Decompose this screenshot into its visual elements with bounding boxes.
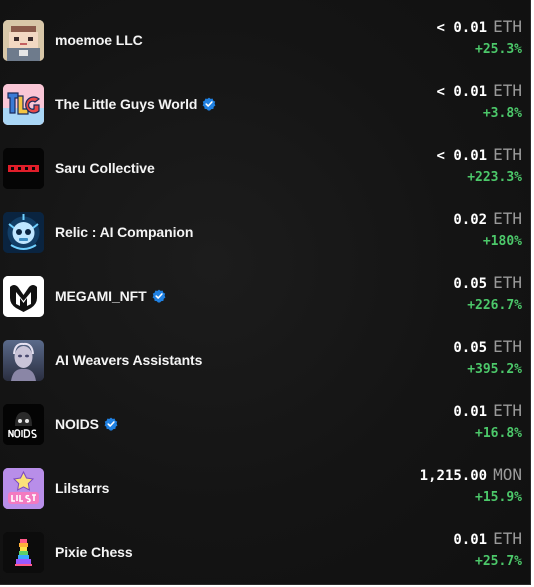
price-change: +223.3% [467,170,522,185]
collection-thumbnail [3,211,44,253]
ai-portrait-icon [3,339,44,381]
collection-thumbnail [3,147,44,189]
price-change: +395.2% [467,362,522,377]
collection-stats: < 0.01 ETH +3.8% [437,80,522,124]
floor-price: 0.02 [453,212,488,228]
megami-logo-icon [3,275,44,317]
price-unit: ETH [493,17,522,36]
floor-price: < 0.01 [436,148,488,164]
blue-robot-icon [3,211,44,253]
collection-stats: < 0.01 ETH +223.3% [437,144,522,188]
collection-name-wrap: NOIDS [55,416,453,432]
collection-thumbnail [3,403,44,445]
floor-price: 0.01 [453,404,488,420]
collection-stats: 0.01 ETH +25.7% [453,528,522,572]
collection-row[interactable]: moemoe LLC < 0.01 ETH +25.3% [0,8,530,72]
collection-stats: 0.05 ETH +395.2% [453,336,522,380]
price-change: +15.9% [475,490,522,505]
collection-thumbnail [3,467,44,509]
collection-name[interactable]: Lilstarrs [55,480,109,496]
collection-name[interactable]: Saru Collective [55,160,155,176]
price-change: +25.7% [475,554,522,569]
collection-stats: < 0.01 ETH +25.3% [437,16,522,60]
price-unit: ETH [493,81,522,100]
floor-price: < 0.01 [436,84,488,100]
floor-price: < 0.01 [436,20,488,36]
collection-thumbnail [3,19,44,61]
collection-name-wrap: MEGAMI_NFT [55,288,453,304]
collection-row[interactable]: AI Weavers Assistants 0.05 ETH +395.2% [0,328,530,392]
collection-name[interactable]: AI Weavers Assistants [55,352,202,368]
price-change: +180% [482,234,522,249]
collection-row[interactable]: Relic : AI Companion 0.02 ETH +180% [0,200,530,264]
collection-thumbnail [3,275,44,317]
collection-name-wrap: The Little Guys World [55,96,437,112]
collection-list: moemoe LLC < 0.01 ETH +25.3% The Little G… [0,0,531,585]
collection-thumbnail [3,83,44,125]
collection-stats: 0.01 ETH +16.8% [453,400,522,444]
collection-row[interactable]: Lilstarrs 1,215.00 MON +15.9% [0,456,530,520]
tlg-logo-icon [3,83,44,125]
collection-row[interactable]: NOIDS 0.01 ETH +16.8% [0,392,530,456]
noids-logo-icon [3,403,44,445]
collection-row[interactable]: Saru Collective < 0.01 ETH +223.3% [0,136,530,200]
lilstarrs-logo-icon [3,467,44,509]
price-unit: ETH [493,401,522,420]
price-unit: ETH [493,337,522,356]
collection-name-wrap: Lilstarrs [55,480,420,496]
price-unit: ETH [493,273,522,292]
collection-name-wrap: AI Weavers Assistants [55,352,453,368]
collection-thumbnail [3,531,44,573]
verified-badge-icon [202,97,216,111]
verified-badge-icon [104,417,118,431]
collection-stats: 0.05 ETH +226.7% [453,272,522,316]
collection-row[interactable]: Pixie Chess 0.01 ETH +25.7% [0,520,530,584]
collection-name-wrap: Pixie Chess [55,544,453,560]
price-change: +16.8% [475,426,522,441]
collection-row[interactable]: MEGAMI_NFT 0.05 ETH +226.7% [0,264,530,328]
collection-name[interactable]: The Little Guys World [55,96,197,112]
price-unit: ETH [493,529,522,548]
collection-name-wrap: Relic : AI Companion [55,224,453,240]
floor-price: 0.05 [453,276,488,292]
price-unit: ETH [493,145,522,164]
collection-name[interactable]: MEGAMI_NFT [55,288,147,304]
floor-price: 0.01 [453,532,488,548]
collection-name[interactable]: moemoe LLC [55,32,143,48]
collection-name-wrap: moemoe LLC [55,32,437,48]
price-unit: MON [493,465,522,484]
collection-stats: 1,215.00 MON +15.9% [420,464,522,508]
price-change: +25.3% [475,42,522,57]
pixel-character-icon [3,19,44,61]
collection-name[interactable]: NOIDS [55,416,99,432]
collection-name-wrap: Saru Collective [55,160,437,176]
collection-stats: 0.02 ETH +180% [453,208,522,252]
floor-price: 1,215.00 [419,468,488,484]
collection-row[interactable]: The Little Guys World < 0.01 ETH +3.8% [0,72,530,136]
chess-piece-icon [3,531,44,573]
floor-price: 0.05 [453,340,488,356]
price-change: +226.7% [467,298,522,313]
collection-name[interactable]: Relic : AI Companion [55,224,193,240]
collection-name[interactable]: Pixie Chess [55,544,133,560]
verified-badge-icon [152,289,165,303]
price-unit: ETH [493,209,522,228]
price-change: +3.8% [482,106,522,121]
saru-logo-icon [3,147,44,189]
collection-thumbnail [3,339,44,381]
